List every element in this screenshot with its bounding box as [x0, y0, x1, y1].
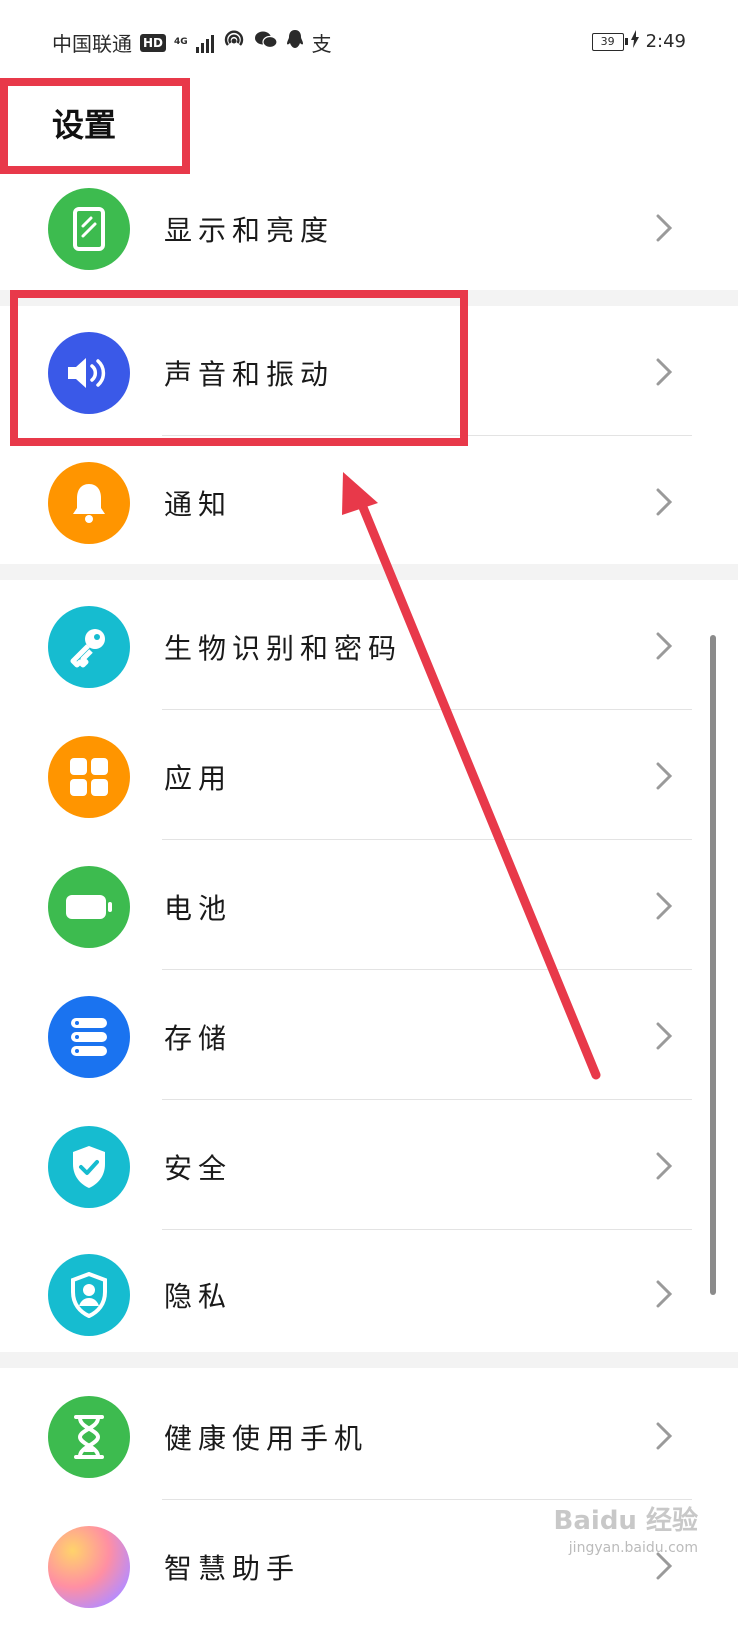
watermark-url: jingyan.baidu.com	[568, 1540, 698, 1556]
watermark-logo: Baidu 经验	[553, 1506, 698, 1536]
annotation-arrow	[342, 472, 601, 1080]
